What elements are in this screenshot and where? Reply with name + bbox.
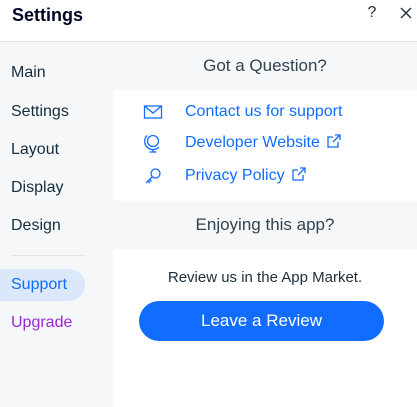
panel-header: Settings ? <box>0 0 417 42</box>
sidebar-item-upgrade[interactable]: Upgrade <box>11 313 72 333</box>
developer-website-text: Developer Website <box>185 134 320 151</box>
privacy-policy-link[interactable]: Privacy Policy <box>143 165 306 187</box>
leave-review-button[interactable]: Leave a Review <box>139 301 384 341</box>
contact-support-link[interactable]: Contact us for support <box>143 101 342 123</box>
sidebar-item-support[interactable]: Support <box>11 275 67 295</box>
mail-icon <box>143 105 163 119</box>
developer-website-label: Developer Website <box>185 132 342 154</box>
external-link-icon <box>291 167 306 181</box>
sidebar-divider <box>12 255 86 256</box>
sidebar-item-main[interactable]: Main <box>11 63 46 83</box>
close-icon <box>400 7 412 19</box>
enjoy-heading: Enjoying this app? <box>113 201 417 249</box>
sidebar-item-settings[interactable]: Settings <box>11 102 69 122</box>
developer-website-link[interactable]: Developer Website <box>143 132 341 154</box>
question-heading: Got a Question? <box>113 42 417 90</box>
review-prompt: Review us in the App Market. <box>167 269 363 286</box>
panel-title: Settings <box>12 5 84 25</box>
sidebar: Main Settings Layout Display Design Supp… <box>0 42 113 407</box>
external-link-icon <box>327 134 341 148</box>
privacy-policy-label: Privacy Policy <box>185 165 307 187</box>
sidebar-item-display[interactable]: Display <box>11 178 63 198</box>
help-button[interactable]: ? <box>364 3 380 23</box>
key-icon <box>145 168 161 184</box>
globe-icon <box>144 134 160 153</box>
sidebar-item-layout[interactable]: Layout <box>11 140 59 160</box>
contact-support-label: Contact us for support <box>185 103 343 120</box>
sidebar-item-design[interactable]: Design <box>11 216 61 236</box>
support-panel: Got a Question? Contact us for support D… <box>113 42 417 407</box>
privacy-policy-text: Privacy Policy <box>185 167 285 184</box>
close-button[interactable] <box>398 4 414 22</box>
